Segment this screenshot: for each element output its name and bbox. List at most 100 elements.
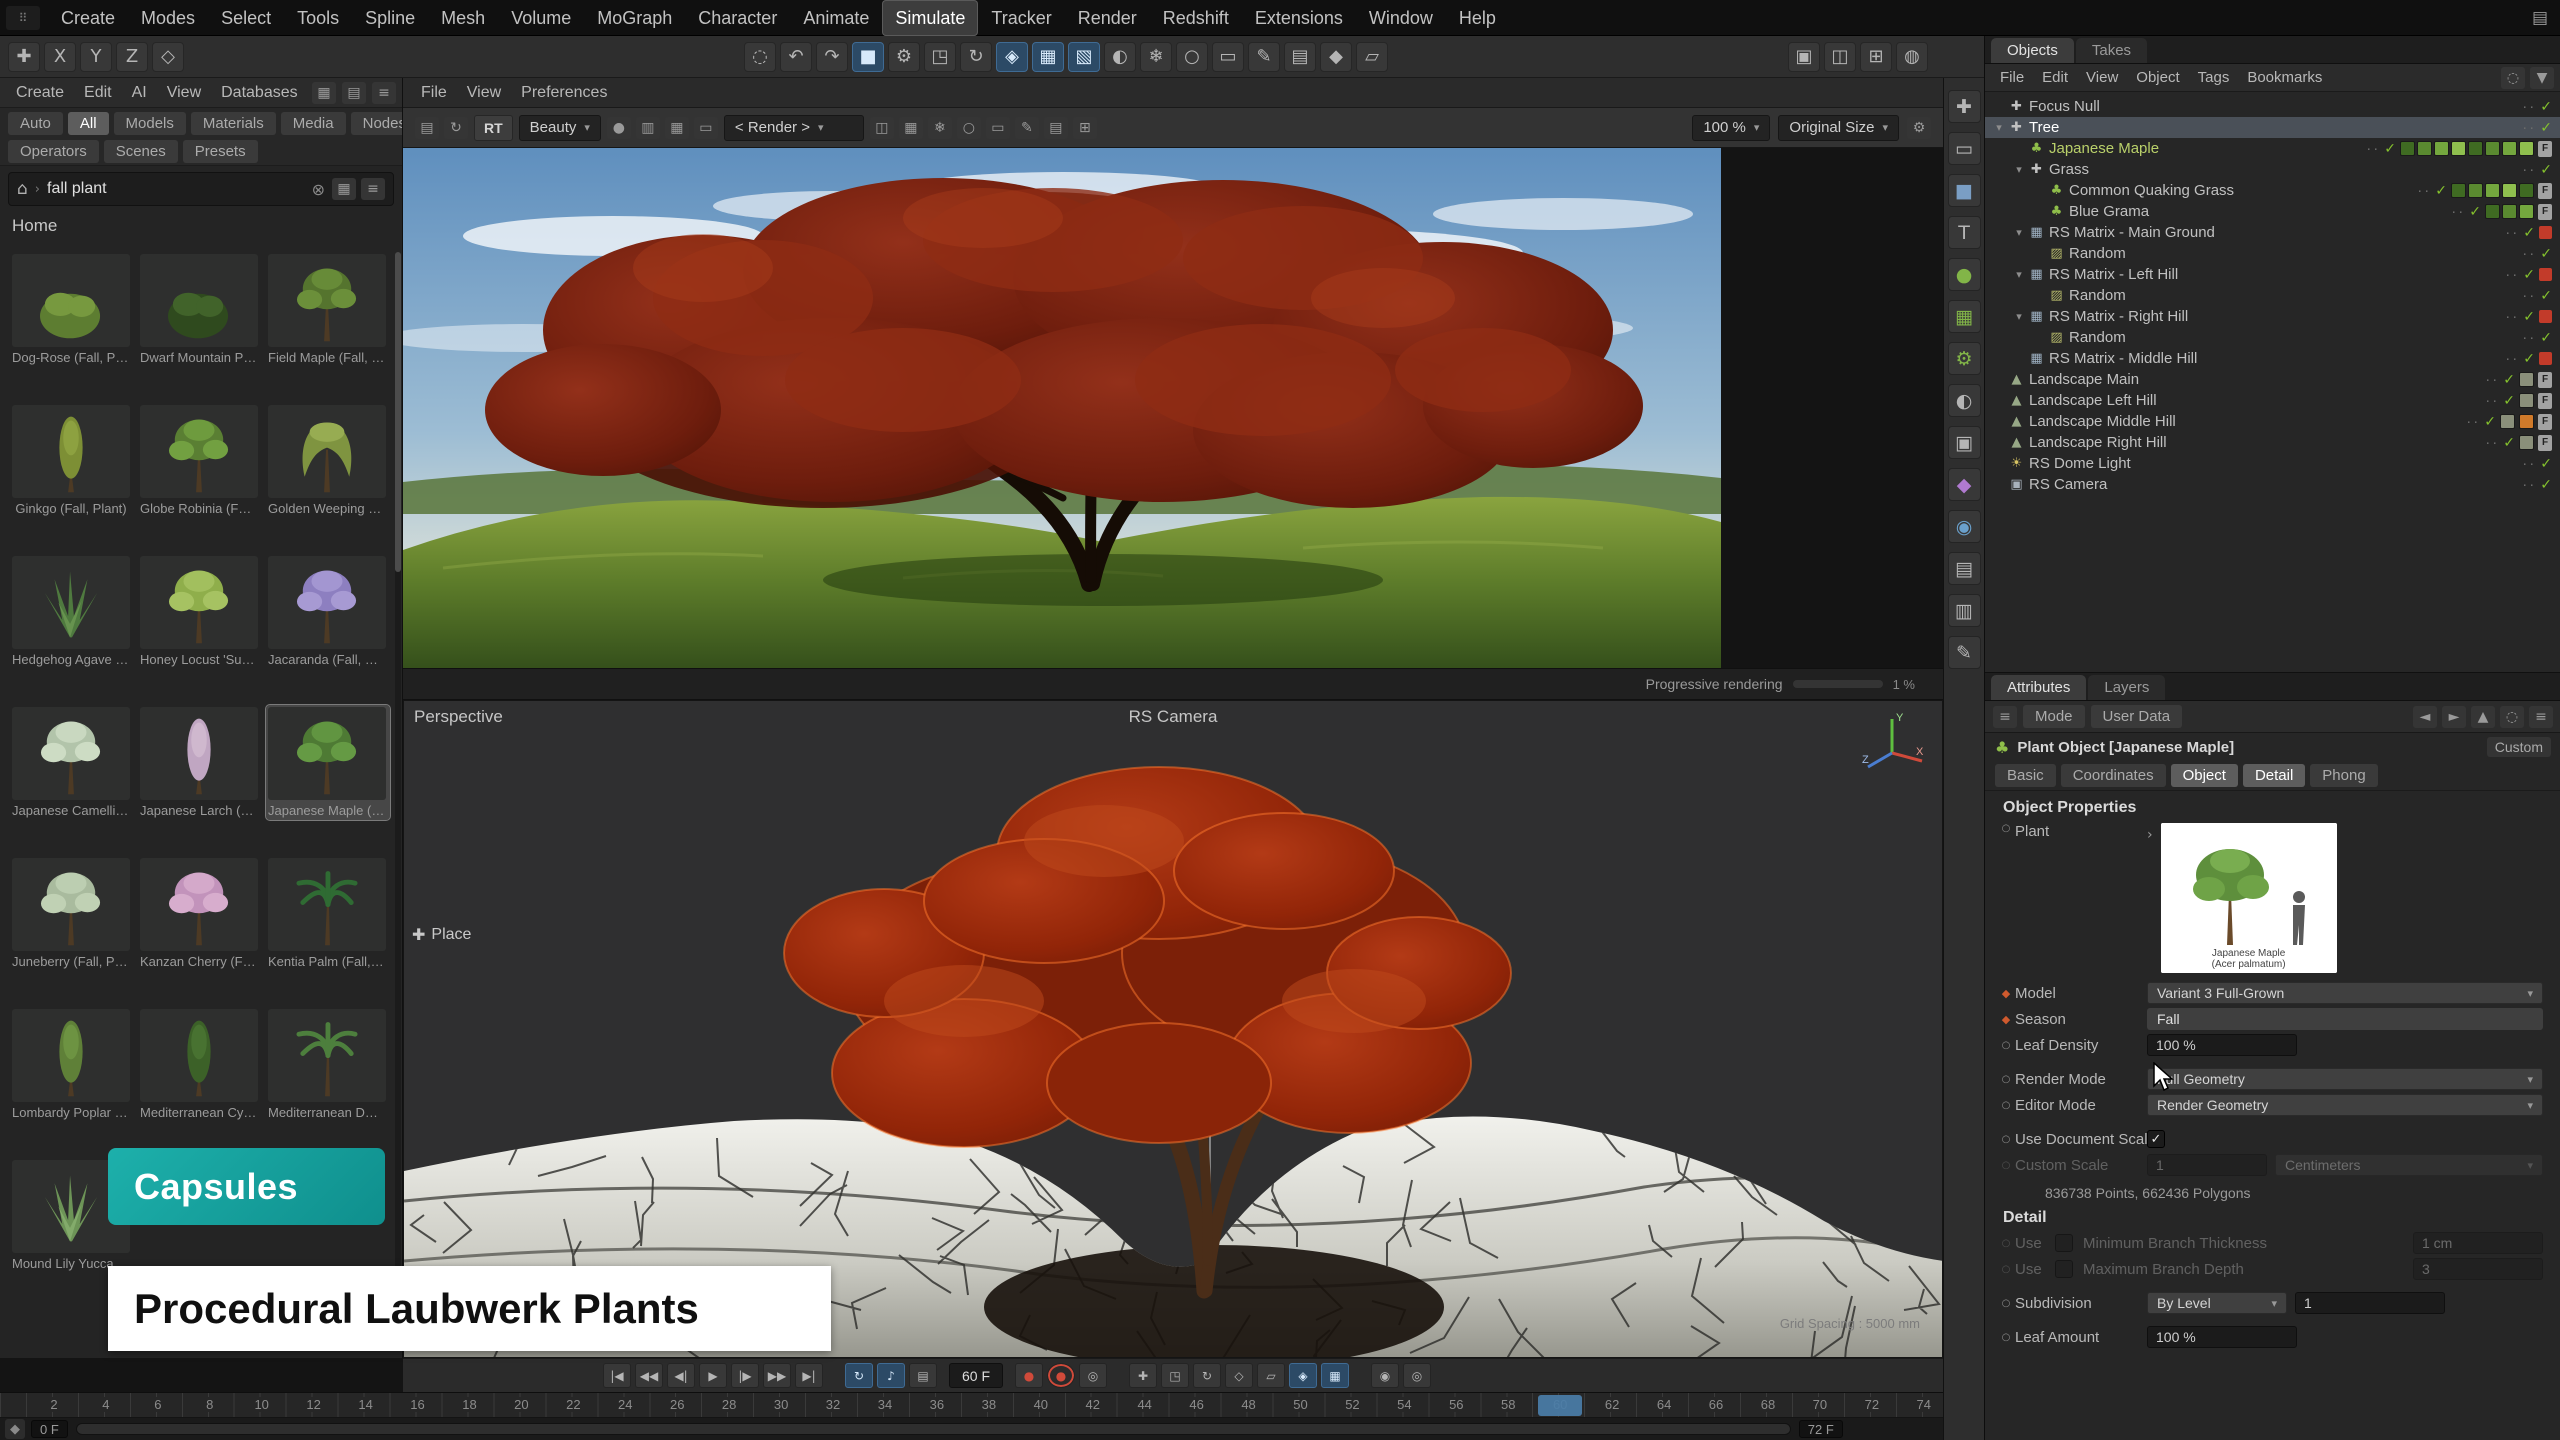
solo-animation-icon[interactable]: ◉ <box>1371 1363 1399 1388</box>
redshift-tag-icon[interactable] <box>2539 268 2552 281</box>
menu-tracker[interactable]: Tracker <box>978 0 1064 36</box>
filter-tab-scenes[interactable]: Scenes <box>104 140 178 163</box>
render-menu-file[interactable]: File <box>411 84 457 102</box>
simulate-cube-icon[interactable]: ■ <box>852 42 884 72</box>
record-pla-icon[interactable]: ▱ <box>1257 1363 1285 1388</box>
material-swatch-icon[interactable] <box>2451 141 2466 156</box>
object-rs-matrix-middle-hill-12[interactable]: ▦RS Matrix - Middle Hill··✓ <box>1985 348 2560 369</box>
region-tool-icon[interactable]: ▭ <box>1212 42 1244 72</box>
menu-mesh[interactable]: Mesh <box>428 0 498 36</box>
expand-arrow-icon[interactable]: ▾ <box>1991 121 2007 134</box>
custom-button[interactable]: Custom <box>2487 737 2551 757</box>
param-dot-icon[interactable]: ○ <box>1997 1160 2015 1171</box>
object-landscape-right-hill-16[interactable]: ▲Landscape Right Hill··✓F <box>1985 432 2560 453</box>
transform-gizmo-icon[interactable]: ✚ <box>1948 90 1981 123</box>
record-position-icon[interactable]: ✚ <box>1129 1363 1157 1388</box>
layout-switcher-icon[interactable]: ▤ <box>2532 8 2548 28</box>
rt-button[interactable]: RT <box>474 115 513 141</box>
chart-icon[interactable]: ▤ <box>1044 117 1068 139</box>
instance-object-icon[interactable]: ▣ <box>1948 426 1981 459</box>
enabled-check-icon[interactable]: ✓ <box>2523 267 2535 283</box>
dynamics-object-icon[interactable]: ⚙ <box>1948 342 1981 375</box>
detail-section-header[interactable]: Detail <box>2003 1209 2560 1227</box>
object-japanese-maple-2[interactable]: ♣Japanese Maple··✓F <box>1985 138 2560 159</box>
scale-tool-icon[interactable]: ◳ <box>924 42 956 72</box>
enabled-check-icon[interactable]: ✓ <box>2384 141 2396 157</box>
expand-arrow-icon[interactable]: ▾ <box>2011 310 2027 323</box>
om-menu-view[interactable]: View <box>2077 69 2127 86</box>
enabled-check-icon[interactable]: ✓ <box>2503 393 2515 409</box>
up-icon[interactable]: ▲ <box>2471 706 2495 728</box>
param-dot-icon[interactable]: ○ <box>1997 1100 2015 1111</box>
material-swatch-icon[interactable] <box>2485 204 2500 219</box>
range-slider[interactable] <box>76 1423 1791 1435</box>
asset-item-japanese-larch-fall-plant[interactable]: Japanese Larch (Fall, Plant) <box>138 705 262 820</box>
filter-tab-materials[interactable]: Materials <box>191 112 276 135</box>
perspective-viewport[interactable]: Perspective RS Camera Y X Z ✚Place Grid … <box>403 700 1943 1358</box>
om-menu-object[interactable]: Object <box>2127 69 2188 86</box>
annotate-icon[interactable]: ✎ <box>1015 117 1039 139</box>
redshift-tag-icon[interactable] <box>2539 352 2552 365</box>
menu-mograph[interactable]: MoGraph <box>584 0 685 36</box>
expand-arrow-icon[interactable]: ▾ <box>2011 163 2027 176</box>
visibility-dots[interactable]: ·· <box>2485 392 2499 409</box>
multi-pass-icon[interactable]: ▦ <box>899 117 923 139</box>
material-swatch-icon[interactable] <box>2417 141 2432 156</box>
asset-item-juneberry-fall-plant[interactable]: Juneberry (Fall, Plant) <box>10 856 134 971</box>
panel-menu-icon[interactable]: ≡ <box>372 82 396 104</box>
material-swatch-icon[interactable] <box>2485 141 2500 156</box>
enabled-check-icon[interactable]: ✓ <box>2540 477 2552 493</box>
flag-tag-icon[interactable]: F <box>2538 414 2552 430</box>
asset-item-honey-locust-sunburst-fall-plant[interactable]: Honey Locust 'Sunburst' (Fall, Plant) <box>138 554 262 669</box>
object-random-11[interactable]: ▨Random··✓ <box>1985 327 2560 348</box>
field-object-icon[interactable]: ◉ <box>1948 510 1981 543</box>
text-object-icon[interactable]: T <box>1948 216 1981 249</box>
visibility-dots[interactable]: ·· <box>2522 119 2536 136</box>
axis-x-button[interactable]: X <box>44 42 76 72</box>
object-rs-camera-18[interactable]: ▣RS Camera··✓ <box>1985 474 2560 495</box>
material-swatch-icon[interactable] <box>2502 204 2517 219</box>
param-number-field[interactable]: 100 % <box>2147 1034 2297 1056</box>
asset-item-kanzan-cherry-fall-plant[interactable]: Kanzan Cherry (Fall, Plant) <box>138 856 262 971</box>
clear-search-icon[interactable]: ⊗ <box>312 180 325 199</box>
plant-preview-image[interactable]: Japanese Maple (Acer palmatum) <box>2161 823 2337 973</box>
zoom-dropdown[interactable]: 100 %▾ <box>1692 115 1770 141</box>
attr-tab-basic[interactable]: Basic <box>1995 764 2056 787</box>
workplane-icon[interactable]: ▧ <box>1068 42 1100 72</box>
asset-search-bar[interactable]: ⌂ › fall plant ⊗ ▦≡ <box>8 172 394 206</box>
om-menu-edit[interactable]: Edit <box>2033 69 2077 86</box>
visibility-dots[interactable]: ·· <box>2417 182 2431 199</box>
browser-settings-icon[interactable]: ≡ <box>361 178 385 200</box>
redshift-tag-icon[interactable] <box>2539 310 2552 323</box>
search-icon[interactable]: ◌ <box>2500 706 2524 728</box>
texture-swatch-icon[interactable] <box>2500 414 2515 429</box>
tab-attributes[interactable]: Attributes <box>1991 675 2086 700</box>
tab-objects[interactable]: Objects <box>1991 38 2074 63</box>
sphere-object-icon[interactable]: ● <box>1948 258 1981 291</box>
hamburger-icon[interactable]: ≡ <box>1993 706 2017 728</box>
asset-item-hedgehog-agave-fall-plant[interactable]: Hedgehog Agave (Fall, Plant) <box>10 554 134 669</box>
param-number-field[interactable]: 1 <box>2147 1154 2267 1176</box>
render-menu-preferences[interactable]: Preferences <box>511 84 617 102</box>
menu-extensions[interactable]: Extensions <box>1242 0 1356 36</box>
asset-item-dog-rose-fall-plant[interactable]: Dog-Rose (Fall, Plant) <box>10 252 134 367</box>
menu-create[interactable]: Create <box>48 0 128 36</box>
enabled-check-icon[interactable]: ✓ <box>2540 99 2552 115</box>
previous-frame-button[interactable]: ◀| <box>667 1363 695 1388</box>
object-rs-matrix-right-hill-10[interactable]: ▾▦RS Matrix - Right Hill··✓ <box>1985 306 2560 327</box>
size-dropdown[interactable]: Original Size▾ <box>1778 115 1899 141</box>
record-parameter-icon[interactable]: ◇ <box>1225 1363 1253 1388</box>
viewport-label[interactable]: Perspective <box>414 707 503 727</box>
snowflake-icon[interactable]: ❄ <box>928 117 952 139</box>
thumbnail-size-icon[interactable]: ▦ <box>332 178 356 200</box>
visibility-dots[interactable]: ·· <box>2485 371 2499 388</box>
keyframe-selection-icon[interactable]: ◎ <box>1079 1363 1107 1388</box>
object-rs-dome-light-17[interactable]: ☀RS Dome Light··✓ <box>1985 453 2560 474</box>
boole-object-icon[interactable]: ◐ <box>1948 384 1981 417</box>
next-frame-button[interactable]: |▶ <box>731 1363 759 1388</box>
list-view-icon[interactable]: ▤ <box>342 82 366 104</box>
om-menu-bookmarks[interactable]: Bookmarks <box>2238 69 2331 86</box>
plane-object-icon[interactable]: ▭ <box>1948 132 1981 165</box>
menu-redshift[interactable]: Redshift <box>1150 0 1242 36</box>
visibility-dots[interactable]: ·· <box>2522 455 2536 472</box>
